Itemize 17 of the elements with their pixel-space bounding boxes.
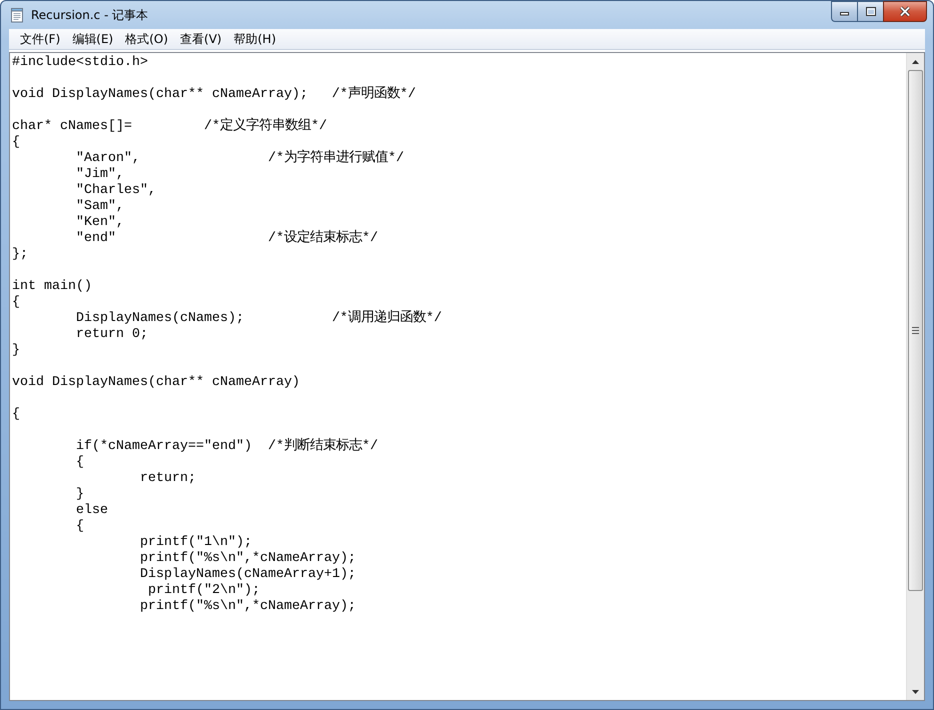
scroll-down-icon[interactable] [912,690,919,694]
scroll-up-icon[interactable] [912,60,919,64]
maximize-button[interactable] [857,1,883,22]
menu-item[interactable]: 帮助(H) [228,30,281,48]
grip-icon [912,327,919,334]
close-icon [899,6,911,17]
menu-item[interactable]: 文件(F) [15,30,66,48]
minimize-button[interactable] [831,1,857,22]
window-title: Recursion.c - 记事本 [31,6,150,24]
vertical-scrollbar[interactable] [906,53,924,700]
scrollbar-thumb[interactable] [908,70,923,591]
notepad-icon [9,7,25,23]
close-button[interactable] [883,1,927,22]
menu-item[interactable]: 编辑(E) [67,30,118,48]
maximize-icon [866,7,876,16]
menu-item[interactable]: 格式(O) [120,30,174,48]
menu-item[interactable]: 查看(V) [175,30,227,48]
